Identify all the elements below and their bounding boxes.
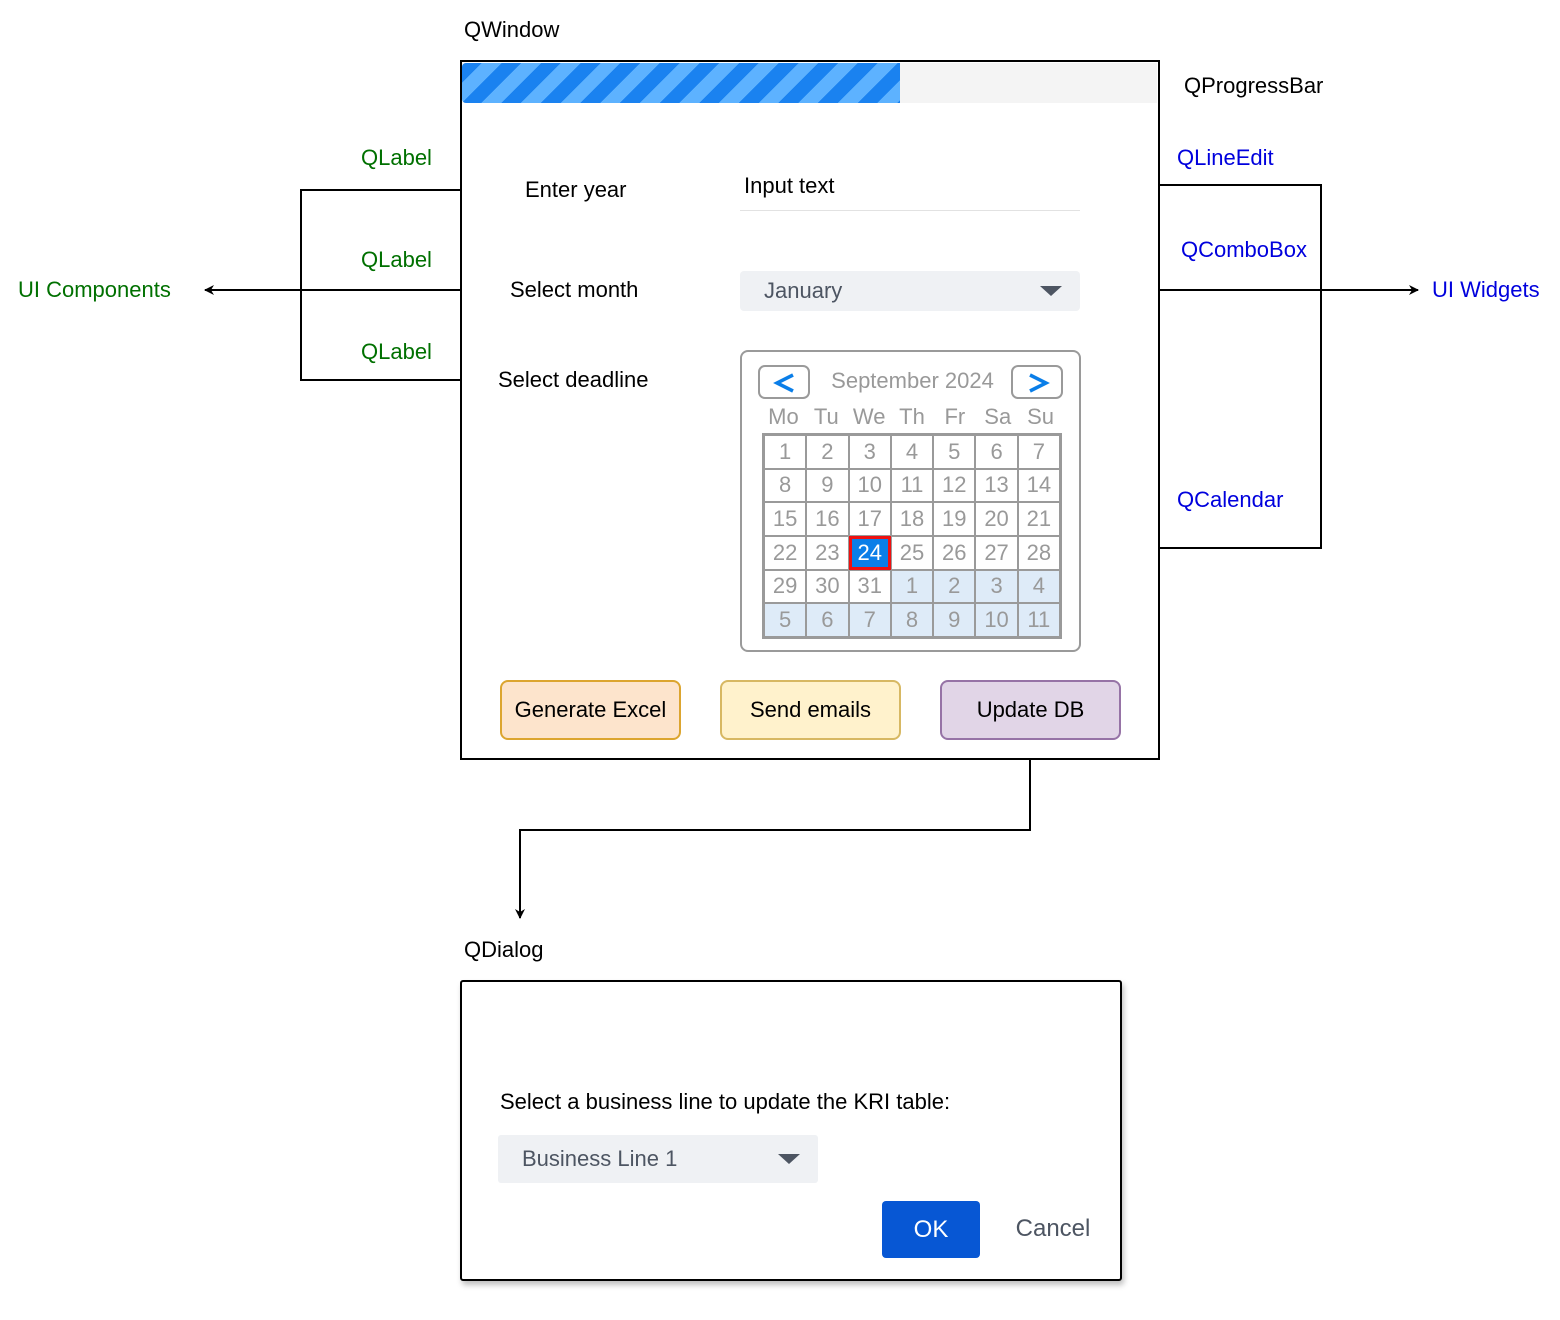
calendar-day[interactable]: 29 (764, 569, 807, 604)
calendar-day[interactable]: 23 (806, 536, 849, 570)
qlabel-annotation-month: QLabel (361, 247, 432, 272)
qlineedit-annotation: QLineEdit (1177, 145, 1274, 170)
progress-bar (462, 63, 1157, 103)
weekday-label: We (852, 404, 886, 429)
month-combobox-value: January (764, 278, 843, 303)
calendar-day[interactable]: 27 (975, 536, 1018, 570)
month-label: Select month (510, 277, 639, 302)
business-line-combobox[interactable]: Business Line 1 (498, 1135, 818, 1183)
send-emails-button[interactable]: Send emails (720, 680, 901, 740)
cancel-button[interactable]: Cancel (1000, 1214, 1106, 1244)
ok-button[interactable]: OK (882, 1201, 980, 1258)
calendar-day-selected[interactable]: 24 (848, 536, 891, 570)
calendar-day[interactable]: 12 (933, 468, 976, 503)
calendar-day[interactable]: 25 (890, 536, 934, 570)
calendar-day[interactable]: 28 (1017, 536, 1060, 570)
month-combobox[interactable]: January (740, 271, 1080, 311)
calendar-weekday-header: Mo Tu We Th Fr Sa Su (762, 403, 1062, 431)
dialog-title: QDialog (464, 937, 544, 962)
weekday-label: Fr (944, 404, 966, 429)
calendar-day[interactable]: 4 (1017, 569, 1060, 604)
calendar-day[interactable]: 1 (764, 435, 807, 469)
calendar-day[interactable]: 11 (1017, 603, 1060, 637)
weekday-label: Sa (984, 404, 1012, 429)
calendar-day[interactable]: 11 (890, 468, 934, 503)
chevron-down-icon (778, 1154, 800, 1164)
calendar-day-grid: 1 2 3 4 5 6 7 8 9 10 11 12 13 14 15 16 17 18 19 20 21 22 23 24 2… (762, 433, 1062, 639)
weekday-label: Tu (813, 404, 839, 429)
next-month-button[interactable] (1011, 365, 1063, 399)
ui-widgets-label: UI Widgets (1432, 277, 1540, 302)
calendar-day[interactable]: 21 (1017, 502, 1060, 536)
calendar-day[interactable]: 14 (1017, 468, 1060, 503)
year-input-underline (740, 210, 1080, 211)
calendar-day[interactable]: 6 (806, 603, 849, 637)
generate-excel-button[interactable]: Generate Excel (500, 680, 681, 740)
calendar-day[interactable]: 17 (848, 502, 891, 536)
year-label: Enter year (525, 177, 627, 202)
calendar-day[interactable]: 7 (1017, 435, 1060, 469)
calendar-day[interactable]: 3 (975, 569, 1018, 604)
weekday-label: Su (1027, 404, 1055, 429)
calendar-day[interactable]: 8 (890, 603, 934, 637)
calendar-day[interactable]: 6 (975, 435, 1018, 469)
calendar-day[interactable]: 31 (848, 569, 891, 604)
update-db-button[interactable]: Update DB (940, 680, 1121, 740)
calendar-day[interactable]: 10 (848, 468, 891, 503)
calendar-day[interactable]: 2 (806, 435, 849, 469)
calendar-day[interactable]: 9 (933, 603, 976, 637)
calendar-day[interactable]: 4 (890, 435, 934, 469)
calendar-day[interactable]: 5 (933, 435, 976, 469)
business-line-value: Business Line 1 (522, 1146, 678, 1171)
calendar-day[interactable]: 15 (764, 502, 807, 536)
chevron-right-icon (1029, 373, 1050, 393)
ui-components-label: UI Components (18, 277, 171, 302)
chevron-down-icon (1040, 286, 1062, 296)
calendar-day[interactable]: 26 (933, 536, 976, 570)
deadline-calendar: September 2024 Mo Tu We Th Fr Sa Su 1234567891… (740, 350, 1081, 652)
qcalendar-annotation: QCalendar (1177, 487, 1284, 512)
calendar-day[interactable]: 3 (848, 435, 891, 469)
calendar-day[interactable]: 10 (975, 603, 1018, 637)
window-title: QWindow (464, 17, 560, 42)
calendar-day[interactable]: 2 (933, 569, 976, 604)
deadline-label: Select deadline (498, 367, 649, 392)
calendar-day[interactable]: 13 (975, 468, 1018, 503)
year-input[interactable]: Input text (744, 173, 835, 199)
progressbar-annotation: QProgressBar (1184, 73, 1324, 98)
calendar-day[interactable]: 5 (764, 603, 807, 637)
dialog-prompt: Select a business line to update the KRI… (500, 1089, 951, 1114)
qcombobox-annotation: QComboBox (1181, 237, 1307, 262)
calendar-day[interactable]: 16 (806, 502, 849, 536)
calendar-day[interactable]: 19 (933, 502, 976, 536)
calendar-day[interactable]: 1 (890, 569, 934, 604)
weekday-label: Mo (768, 404, 799, 429)
qlabel-annotation-deadline: QLabel (361, 339, 432, 364)
calendar-day[interactable]: 20 (975, 502, 1018, 536)
calendar-day[interactable]: 18 (890, 502, 934, 536)
qlabel-annotation-year: QLabel (361, 145, 432, 170)
progress-bar-fill (462, 63, 900, 103)
calendar-day[interactable]: 7 (848, 603, 891, 637)
calendar-day[interactable]: 30 (806, 569, 849, 604)
calendar-day[interactable]: 8 (764, 468, 807, 503)
calendar-day[interactable]: 9 (806, 468, 849, 503)
weekday-label: Th (899, 404, 925, 429)
calendar-day[interactable]: 22 (764, 536, 807, 570)
update-db-to-dialog-arrow (515, 742, 1031, 919)
